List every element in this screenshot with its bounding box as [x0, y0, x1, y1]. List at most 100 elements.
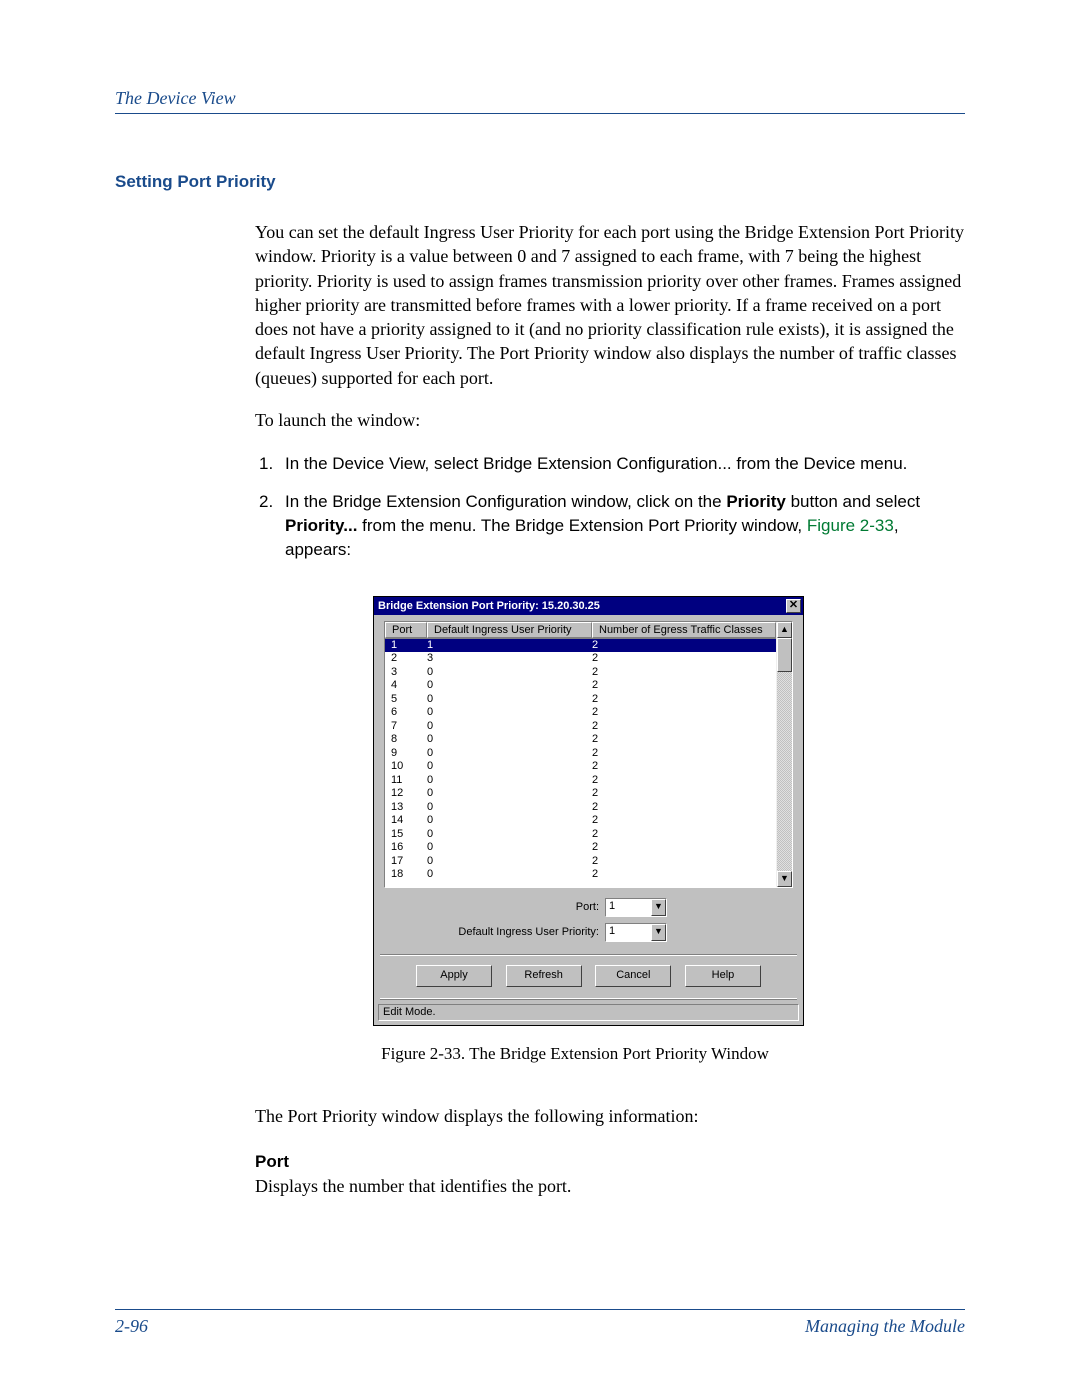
apply-button[interactable]: Apply — [416, 965, 492, 987]
cell-egress-classes: 2 — [592, 774, 770, 788]
step-2-frag-c: button and select — [786, 492, 920, 511]
cell-egress-classes: 2 — [592, 747, 770, 761]
cell-default-ingress: 0 — [427, 747, 592, 761]
table-row[interactable]: 502 — [385, 693, 776, 707]
table-row[interactable]: 902 — [385, 747, 776, 761]
footer-title: Managing the Module — [805, 1316, 965, 1337]
cell-port: 11 — [391, 774, 427, 788]
launch-label: To launch the window: — [255, 408, 965, 432]
page-header: The Device View — [115, 88, 236, 108]
col-header-port[interactable]: Port — [385, 622, 427, 638]
table-row[interactable]: 1502 — [385, 828, 776, 842]
cell-port: 15 — [391, 828, 427, 842]
cell-default-ingress: 0 — [427, 828, 592, 842]
close-icon[interactable]: ✕ — [786, 599, 801, 613]
chevron-down-icon[interactable]: ▼ — [651, 924, 666, 941]
cell-egress-classes: 2 — [592, 828, 770, 842]
refresh-button[interactable]: Refresh — [506, 965, 582, 987]
title-bar: Bridge Extension Port Priority: 15.20.30… — [374, 597, 803, 615]
section-heading: Setting Port Priority — [115, 172, 965, 192]
table-row[interactable]: 1802 — [385, 868, 776, 882]
port-field-label: Port: — [576, 901, 599, 913]
cell-default-ingress: 0 — [427, 720, 592, 734]
cell-egress-classes: 2 — [592, 706, 770, 720]
table-row[interactable]: 1602 — [385, 841, 776, 855]
table-body: 1122323024025026027028029021002110212021… — [385, 639, 776, 882]
help-button[interactable]: Help — [685, 965, 761, 987]
cell-default-ingress: 0 — [427, 679, 592, 693]
cell-egress-classes: 2 — [592, 841, 770, 855]
table-row[interactable]: 1102 — [385, 774, 776, 788]
scroll-thumb[interactable] — [777, 638, 792, 672]
cell-port: 8 — [391, 733, 427, 747]
col-header-default-ingress[interactable]: Default Ingress User Priority — [427, 622, 592, 638]
default-ingress-combo[interactable]: 1 ▼ — [605, 923, 667, 942]
cell-port: 4 — [391, 679, 427, 693]
cell-port: 10 — [391, 760, 427, 774]
step-2-text: In the Bridge Extension Configuration wi… — [285, 490, 965, 561]
table-row[interactable]: 802 — [385, 733, 776, 747]
col-header-egress-classes[interactable]: Number of Egress Traffic Classes — [592, 622, 776, 638]
status-bar: Edit Mode. — [378, 1004, 799, 1021]
default-ingress-value: 1 — [606, 924, 651, 941]
table-row[interactable]: 1302 — [385, 801, 776, 815]
cell-default-ingress: 0 — [427, 855, 592, 869]
table-row[interactable]: 112 — [385, 639, 776, 653]
intro-paragraph: You can set the default Ingress User Pri… — [255, 220, 965, 390]
cell-default-ingress: 0 — [427, 841, 592, 855]
cell-egress-classes: 2 — [592, 720, 770, 734]
table-row[interactable]: 1202 — [385, 787, 776, 801]
cell-egress-classes: 2 — [592, 855, 770, 869]
cell-default-ingress: 3 — [427, 652, 592, 666]
cell-default-ingress: 0 — [427, 801, 592, 815]
step-2-frag-e: from the menu. The Bridge Extension Port… — [357, 516, 806, 535]
cell-port: 1 — [391, 639, 427, 653]
cell-egress-classes: 2 — [592, 693, 770, 707]
table-row[interactable]: 1002 — [385, 760, 776, 774]
table-container: Port Default Ingress User Priority Numbe… — [384, 621, 793, 888]
scroll-track[interactable] — [777, 638, 792, 871]
cell-egress-classes: 2 — [592, 733, 770, 747]
table-row[interactable]: 1702 — [385, 855, 776, 869]
window-title: Bridge Extension Port Priority: 15.20.30… — [378, 600, 600, 612]
cell-port: 7 — [391, 720, 427, 734]
scroll-down-icon[interactable]: ▼ — [777, 871, 792, 887]
step-2-frag-a: In the Bridge Extension Configuration wi… — [285, 492, 726, 511]
scrollbar[interactable]: ▲ ▼ — [776, 622, 792, 887]
table-row[interactable]: 302 — [385, 666, 776, 680]
cell-default-ingress: 0 — [427, 693, 592, 707]
table-row[interactable]: 402 — [385, 679, 776, 693]
scroll-up-icon[interactable]: ▲ — [777, 622, 792, 638]
cell-port: 5 — [391, 693, 427, 707]
cell-egress-classes: 2 — [592, 801, 770, 815]
cell-port: 2 — [391, 652, 427, 666]
step-2-frag-d: Priority... — [285, 516, 357, 535]
cell-default-ingress: 0 — [427, 706, 592, 720]
default-ingress-label: Default Ingress User Priority: — [458, 926, 599, 938]
cell-default-ingress: 0 — [427, 868, 592, 882]
cell-port: 18 — [391, 868, 427, 882]
port-subheading: Port — [255, 1152, 965, 1172]
cell-egress-classes: 2 — [592, 679, 770, 693]
step-2-number: 2. — [255, 490, 285, 561]
chevron-down-icon[interactable]: ▼ — [651, 899, 666, 916]
figure-ref: Figure 2-33 — [807, 516, 894, 535]
cell-default-ingress: 0 — [427, 814, 592, 828]
cell-default-ingress: 0 — [427, 760, 592, 774]
cell-default-ingress: 1 — [427, 639, 592, 653]
table-row[interactable]: 1402 — [385, 814, 776, 828]
table-row[interactable]: 232 — [385, 652, 776, 666]
port-combo[interactable]: 1 ▼ — [605, 898, 667, 917]
table-row[interactable]: 702 — [385, 720, 776, 734]
port-combo-value: 1 — [606, 899, 651, 916]
cell-port: 16 — [391, 841, 427, 855]
cell-default-ingress: 0 — [427, 774, 592, 788]
cell-egress-classes: 2 — [592, 666, 770, 680]
step-2-frag-b: Priority — [726, 492, 786, 511]
table-row[interactable]: 602 — [385, 706, 776, 720]
cancel-button[interactable]: Cancel — [595, 965, 671, 987]
cell-egress-classes: 2 — [592, 760, 770, 774]
port-description: Displays the number that identifies the … — [255, 1174, 965, 1198]
cell-egress-classes: 2 — [592, 814, 770, 828]
cell-port: 14 — [391, 814, 427, 828]
